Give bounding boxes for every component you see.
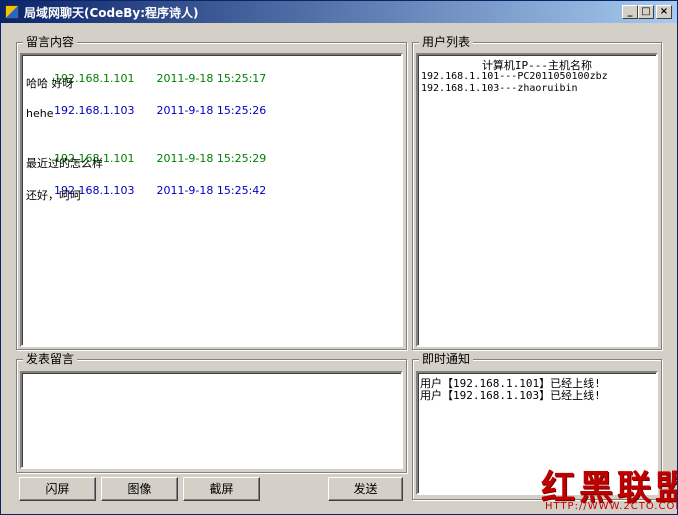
message-text: 最近过的怎么样 xyxy=(26,157,103,170)
message-time: 2011-9-18 15:25:17 xyxy=(156,72,267,85)
send-button[interactable]: 发送 xyxy=(328,477,403,501)
message-ip: 192.168.1.103 xyxy=(53,104,135,117)
message-text: 还好，呵呵 xyxy=(26,189,81,202)
user-item[interactable]: 192.168.1.101---PC2011050100zbz xyxy=(421,71,608,82)
window-title: 局域网聊天(CodeBy:程序诗人) xyxy=(24,6,199,20)
messages-legend: 留言内容 xyxy=(23,35,78,49)
users-legend: 用户列表 xyxy=(419,35,474,49)
users-group: 用户列表 计算机IP---主机名称 192.168.1.101---PC2011… xyxy=(412,35,662,350)
message-text: 哈哈 好呀 xyxy=(26,77,74,90)
compose-input[interactable] xyxy=(20,371,403,469)
message-time: 2011-9-18 15:25:42 xyxy=(156,184,267,197)
user-item[interactable]: 192.168.1.103---zhaoruibin xyxy=(421,83,578,94)
title-bar[interactable]: 局域网聊天(CodeBy:程序诗人) _ □ × xyxy=(1,1,677,23)
users-list[interactable]: 计算机IP---主机名称 192.168.1.101---PC201105010… xyxy=(416,53,658,347)
message-time: 2011-9-18 15:25:29 xyxy=(156,152,267,165)
notify-item: 用户【192.168.1.103】已经上线! xyxy=(420,389,601,402)
messages-box[interactable]: 192.168.1.101 2011-9-18 15:25:17 哈哈 好呀 19… xyxy=(20,53,403,347)
flash-screen-button[interactable]: 闪屏 xyxy=(19,477,96,501)
notify-legend: 即时通知 xyxy=(419,352,474,366)
app-icon xyxy=(5,5,19,19)
image-button[interactable]: 图像 xyxy=(101,477,178,501)
chat-window: 局域网聊天(CodeBy:程序诗人) _ □ × 留言内容 192.168.1.… xyxy=(0,0,678,515)
screenshot-button[interactable]: 截屏 xyxy=(183,477,260,501)
message-text: hehe xyxy=(26,107,54,120)
close-button[interactable]: × xyxy=(656,5,672,19)
message-time: 2011-9-18 15:25:26 xyxy=(156,104,267,117)
compose-legend: 发表留言 xyxy=(23,352,78,366)
message-header: 192.168.1.103 2011-9-18 15:25:26 xyxy=(26,91,266,130)
minimize-button[interactable]: _ xyxy=(622,5,638,19)
watermark-url: HTTP://WWW.2CTO.COM xyxy=(545,501,678,512)
messages-group: 留言内容 192.168.1.101 2011-9-18 15:25:17 哈哈 … xyxy=(16,35,407,350)
compose-group: 发表留言 xyxy=(16,352,407,473)
maximize-button[interactable]: □ xyxy=(638,5,654,19)
